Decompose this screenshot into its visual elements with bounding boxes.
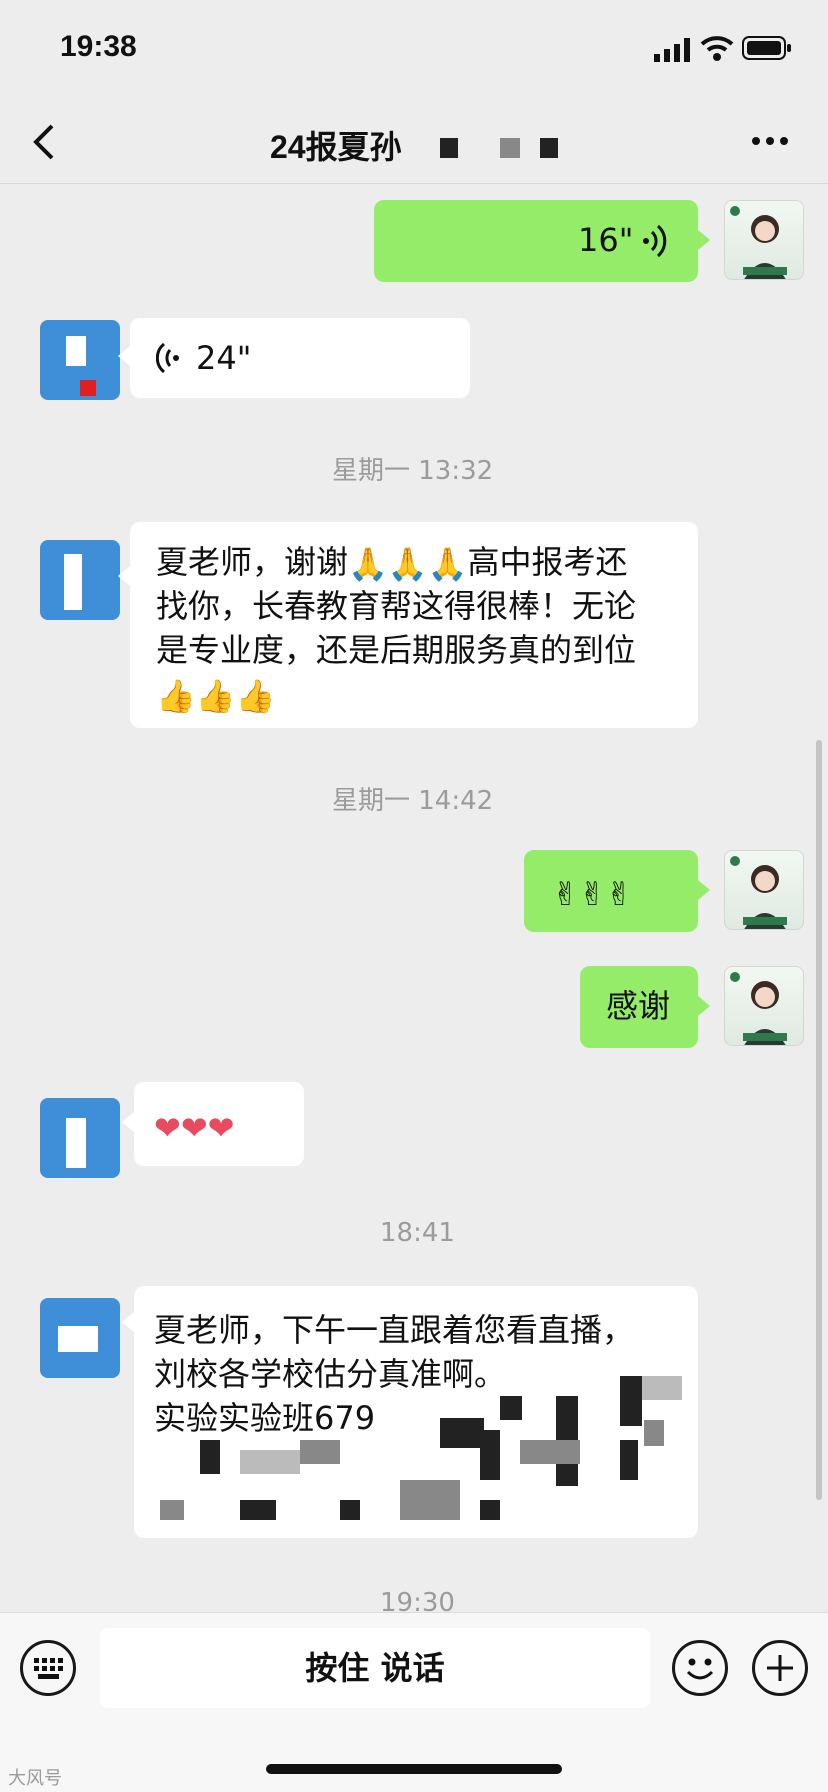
- bubble-tail: [122, 1112, 134, 1132]
- chat-title: 24报夏孙: [270, 129, 402, 165]
- text-message-out[interactable]: 感谢: [580, 966, 698, 1048]
- censor-block: [620, 1376, 642, 1426]
- nav-bar: [0, 100, 828, 184]
- voice-duration: 24": [196, 339, 252, 377]
- message-text: 是专业度，还是后期服务真的到位: [156, 631, 637, 669]
- status-time: 19:38: [60, 30, 137, 63]
- bubble-tail: [118, 346, 130, 366]
- censor-block: [642, 1376, 682, 1400]
- avatar-other[interactable]: [40, 540, 120, 620]
- timestamp: 星期一 14:42: [332, 786, 494, 816]
- message-text: 高中报考还: [467, 543, 628, 581]
- censor-block: [440, 138, 458, 158]
- battery-icon: [742, 36, 792, 60]
- avatar-other[interactable]: [40, 1298, 120, 1378]
- victory-emoji-icon: ✌✌✌: [552, 875, 633, 913]
- censor-block: [240, 1500, 276, 1520]
- message-text: 夏老师，谢谢: [156, 543, 349, 581]
- back-icon[interactable]: [26, 122, 62, 162]
- bubble-tail: [122, 1312, 134, 1332]
- censor-block: [240, 1450, 300, 1474]
- censor-block: [400, 1480, 460, 1520]
- avatar-me[interactable]: [724, 850, 804, 930]
- scrollbar[interactable]: [816, 740, 822, 1500]
- avatar-me[interactable]: [724, 966, 804, 1046]
- censor-block: [480, 1430, 500, 1480]
- message-text: 找你，长春教育帮这得很棒！无论: [156, 587, 637, 625]
- voice-wave-icon: [640, 222, 670, 271]
- message-text: 夏老师，下午一直跟着您看直播，: [154, 1311, 635, 1349]
- bubble-tail: [698, 880, 710, 900]
- bubble-tail: [118, 566, 130, 586]
- censor-block: [620, 1440, 638, 1480]
- avatar-me[interactable]: [724, 200, 804, 280]
- text-message-in[interactable]: 夏老师，谢谢🙏🙏🙏高中报考还 找你，长春教育帮这得很棒！无论 是专业度，还是后期…: [130, 522, 698, 728]
- keyboard-icon[interactable]: [20, 1640, 76, 1696]
- censor-block: [440, 1418, 484, 1448]
- voice-duration: 16": [578, 221, 634, 259]
- censor-block: [160, 1500, 184, 1520]
- censor-block: [480, 1500, 500, 1520]
- timestamp: 18:41: [380, 1218, 455, 1248]
- signal-icon: [654, 38, 694, 62]
- heart-emoji-icon: ❤❤❤: [154, 1109, 235, 1147]
- bubble-tail: [698, 230, 710, 250]
- pray-emoji-icon: 🙏🙏🙏: [348, 545, 468, 583]
- voice-wave-icon: [155, 340, 182, 387]
- censor-block: [300, 1440, 340, 1464]
- emoji-icon[interactable]: [672, 1640, 728, 1696]
- emoji-message-out[interactable]: ✌✌✌: [524, 850, 698, 932]
- emoji-message-in[interactable]: ❤❤❤: [134, 1082, 304, 1166]
- more-icon[interactable]: [750, 126, 790, 156]
- wifi-icon: [700, 34, 734, 62]
- censor-block: [200, 1440, 220, 1474]
- bubble-tail: [698, 996, 710, 1016]
- censor-block: [340, 1500, 360, 1520]
- voice-message-out[interactable]: 16": [374, 200, 698, 282]
- censor-block: [500, 138, 520, 158]
- watermark: 大风号: [8, 1768, 62, 1789]
- home-indicator[interactable]: [266, 1764, 562, 1774]
- thumbs-up-emoji-icon: 👍👍👍: [156, 677, 276, 715]
- avatar-other[interactable]: [40, 1098, 120, 1178]
- censor-block: [520, 1440, 580, 1464]
- censor-block: [540, 138, 558, 158]
- voice-message-in[interactable]: 24": [130, 318, 470, 398]
- message-text: 感谢: [606, 987, 671, 1025]
- avatar-other[interactable]: [40, 320, 120, 400]
- censor-block: [500, 1396, 522, 1420]
- hold-to-talk-button[interactable]: 按住 说话: [100, 1628, 650, 1708]
- plus-icon[interactable]: [752, 1640, 808, 1696]
- timestamp: 星期一 13:32: [332, 456, 494, 486]
- censor-block: [644, 1420, 664, 1446]
